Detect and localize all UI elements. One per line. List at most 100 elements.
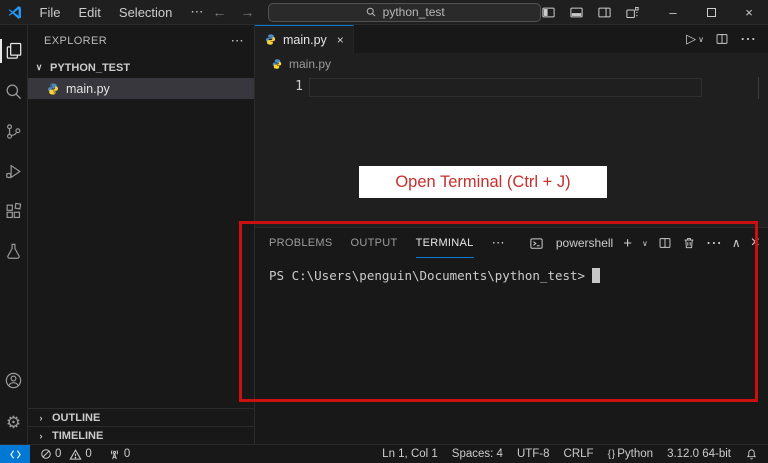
activity-extensions[interactable] [0,191,28,231]
file-item-main-py[interactable]: main.py [28,78,254,99]
menu-selection[interactable]: Selection [110,0,181,25]
editor-more-icon[interactable]: ⋯ [740,29,756,49]
activity-search[interactable] [0,71,28,111]
vscode-logo-icon [8,5,21,19]
split-editor-icon[interactable] [715,32,729,46]
ports-count: 0 [123,448,131,460]
powershell-icon [530,237,543,249]
terminal-cursor [592,268,601,283]
extensions-icon [6,202,22,218]
status-bar: 0 0 0 Ln 1, Col 1 Spaces: 4 UTF-8 CRLF {… [0,444,768,463]
panel-tab-problems[interactable]: PROBLEMS [269,228,333,258]
tab-main-py[interactable]: main.py × [255,25,354,53]
breadcrumb-item: main.py [289,57,332,71]
activity-explorer[interactable] [0,31,28,71]
title-bar: File Edit Selection ⋯ ← → python_test – … [0,0,768,25]
search-value: python_test [382,5,445,19]
testing-flask-icon [7,243,20,259]
nav-forward-icon[interactable]: → [240,4,254,20]
search-icon [6,84,22,99]
chevron-right-icon: › [39,412,43,423]
run-python-file-button[interactable]: ▷ ∨ [686,31,704,47]
explorer-sidebar: EXPLORER ⋯ ∨ PYTHON_TEST main.py › OUTLI… [28,25,255,444]
activity-source-control[interactable] [0,111,28,151]
explorer-files-icon [6,42,21,59]
window-minimize-button[interactable]: – [654,0,692,25]
editor-content[interactable]: 1 [255,75,768,227]
search-icon [366,7,376,17]
terminal-dropdown-icon[interactable]: ∨ [642,239,648,248]
source-control-icon [7,123,21,139]
current-line-highlight [309,78,702,97]
breadcrumb[interactable]: main.py [255,53,768,75]
toggle-panel-icon[interactable] [569,5,584,20]
command-center-search[interactable]: python_test [268,2,541,22]
maximize-panel-icon[interactable]: ∧ [732,236,741,250]
problems-status[interactable]: 0 0 [40,448,92,461]
error-count: 0 [55,448,62,460]
editor-tab-bar: main.py × ▷ ∨ ⋯ [255,25,768,53]
remote-icon [9,449,21,459]
annotation-label: Open Terminal (Ctrl + J) [359,166,607,198]
chevron-down-icon: ∨ [35,62,43,72]
python-file-icon [272,59,282,69]
panel-more-icon[interactable]: ⋯ [492,235,505,251]
account-icon [5,372,22,388]
sidebar-title: EXPLORER [44,35,108,47]
menu-more-icon[interactable]: ⋯ [181,0,212,25]
activity-bar: ⚙ [0,25,28,444]
eol-sequence[interactable]: CRLF [564,448,594,460]
customize-layout-icon[interactable] [625,5,640,20]
panel-actions-more-icon[interactable]: ⋯ [706,233,722,253]
notifications-bell-icon[interactable] [745,448,758,461]
terminal-panel: PROBLEMS OUTPUT TERMINAL ⋯ powershell + … [255,227,768,444]
panel-header: PROBLEMS OUTPUT TERMINAL ⋯ powershell + … [255,228,768,258]
python-file-icon [265,34,276,45]
panel-tab-terminal[interactable]: TERMINAL [415,228,474,258]
menu-edit[interactable]: Edit [70,0,110,25]
menu-file[interactable]: File [31,0,70,25]
close-panel-icon[interactable]: × [751,234,760,252]
toggle-secondary-sidebar-icon[interactable] [597,5,612,20]
cursor-position[interactable]: Ln 1, Col 1 [382,448,438,460]
explorer-more-icon[interactable]: ⋯ [231,33,244,49]
chevron-right-icon: › [39,430,43,441]
encoding[interactable]: UTF-8 [517,448,550,460]
new-terminal-icon[interactable]: + [623,235,632,252]
tab-label: main.py [283,32,327,47]
ports-status[interactable]: 0 [108,448,130,461]
python-interpreter[interactable]: 3.12.0 64-bit [667,448,731,460]
run-debug-icon [6,163,21,179]
terminal-output[interactable]: PS C:\Users\penguin\Documents\python_tes… [255,258,768,283]
language-mode[interactable]: { } Python [608,448,653,460]
tab-close-icon[interactable]: × [337,33,344,47]
split-terminal-icon[interactable] [658,236,672,250]
window-close-button[interactable]: × [730,0,768,25]
file-name: main.py [66,81,110,96]
indentation[interactable]: Spaces: 4 [452,448,503,460]
toggle-primary-sidebar-icon[interactable] [541,5,556,20]
errors-icon [41,449,51,459]
editor-scrollbar[interactable] [758,77,759,99]
activity-run-debug[interactable] [0,151,28,191]
timeline-section[interactable]: › TIMELINE [28,426,254,444]
window-maximize-button[interactable] [692,0,730,25]
activity-account[interactable] [0,360,28,400]
warnings-icon [69,448,82,460]
nav-back-icon[interactable]: ← [212,4,226,20]
kill-terminal-trash-icon[interactable] [682,236,696,250]
remote-indicator[interactable] [0,445,30,463]
outline-label: OUTLINE [52,411,101,424]
maximize-icon [706,7,716,17]
terminal-prompt: PS C:\Users\penguin\Documents\python_tes… [269,268,586,283]
outline-section[interactable]: › OUTLINE [28,408,254,426]
shell-name[interactable]: powershell [556,236,613,250]
warning-count: 0 [85,448,92,460]
timeline-label: TIMELINE [52,429,104,442]
activity-testing[interactable] [0,231,28,271]
activity-settings[interactable]: ⚙ [0,402,28,442]
panel-tab-output[interactable]: OUTPUT [351,228,398,258]
radio-tower-icon [110,449,118,459]
chevron-down-icon: ∨ [698,34,704,44]
folder-section-python-test[interactable]: ∨ PYTHON_TEST [28,57,254,78]
